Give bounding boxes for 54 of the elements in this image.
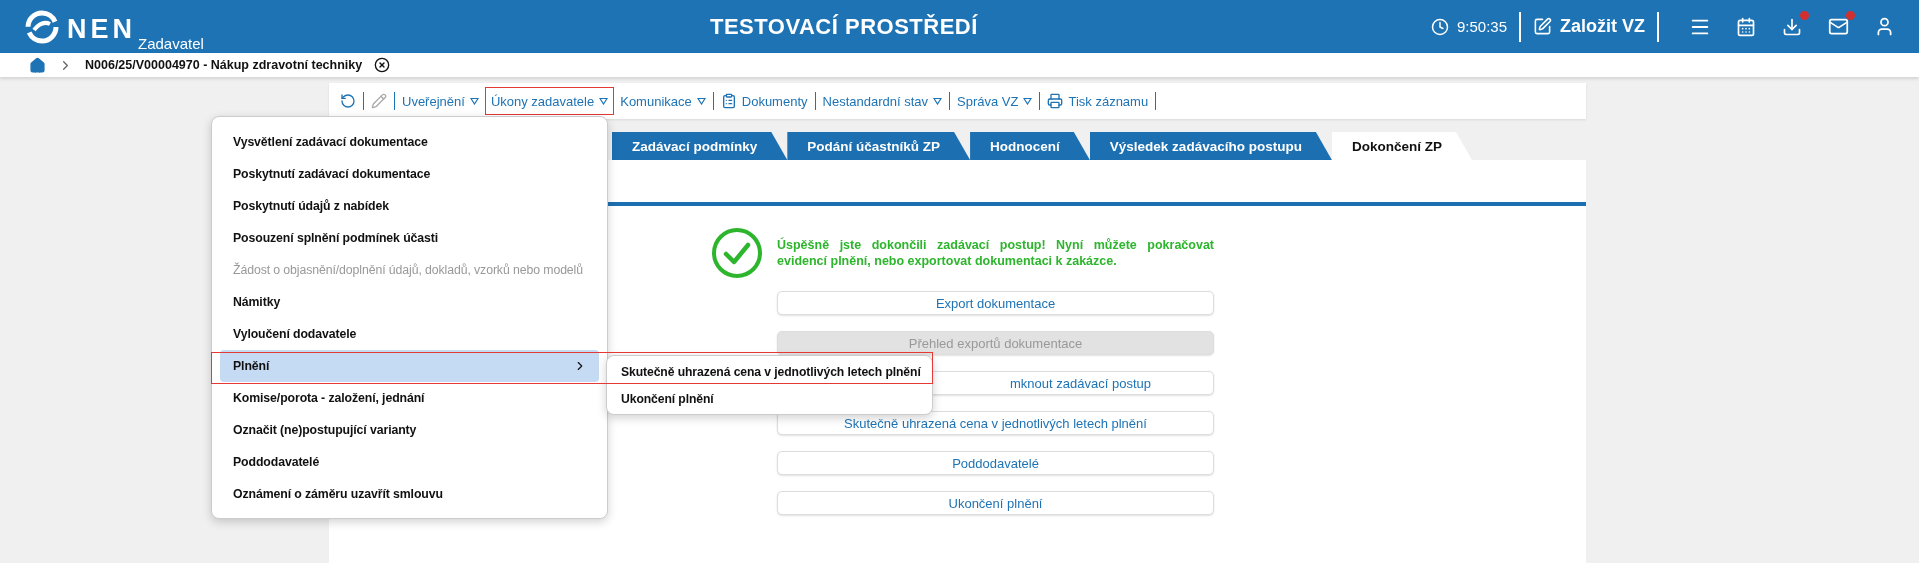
toolbar-button[interactable]: Dokumenty xyxy=(714,87,814,115)
caret-icon xyxy=(1023,97,1033,105)
edit-icon xyxy=(1533,17,1552,36)
notification-dot xyxy=(1800,10,1809,20)
clipboard-icon xyxy=(720,93,737,109)
create-button[interactable]: Založit VZ xyxy=(1533,16,1645,37)
menu-item[interactable]: Vyloučení dodavatele xyxy=(220,318,599,350)
menu-item[interactable]: Plnění xyxy=(220,350,599,382)
download-icon xyxy=(1782,16,1802,37)
menu-item[interactable]: Označit (ne)postupující varianty xyxy=(220,414,599,446)
menu-item[interactable]: Vysvětlení zadávací dokumentace xyxy=(220,126,599,158)
menu-button[interactable]: Úkony zadavatele xyxy=(484,87,615,115)
menu-item[interactable]: Posouzení splnění podmínek účasti xyxy=(220,222,599,254)
toolbar-button[interactable]: Tisk záznamu xyxy=(1041,87,1155,115)
caret-icon xyxy=(933,97,943,105)
logo-text: NEN xyxy=(67,13,136,44)
menu-item[interactable]: Poskytnutí zadávací dokumentace xyxy=(220,158,599,190)
mail-icon xyxy=(1827,16,1849,37)
menu-item[interactable]: Poskytnutí údajů z nabídek xyxy=(220,190,599,222)
logo-icon xyxy=(25,9,59,44)
action-button[interactable]: Poddodavatelé xyxy=(777,451,1214,475)
session-time: 9:50:35 xyxy=(1456,18,1507,35)
pencil-icon xyxy=(371,93,387,109)
tab[interactable]: Výsledek zadávacího postupu xyxy=(1089,132,1332,160)
environment-title: TESTOVACÍ PROSTŘEDÍ xyxy=(710,13,978,40)
caret-icon xyxy=(696,97,706,105)
menu-button[interactable]: Nestandardní stav xyxy=(816,87,949,115)
menu-button[interactable]: Uveřejnění xyxy=(396,87,485,115)
success-message: Úspěšně jste dokončili zadávací postup! Nyní můžete pokračovat evidencí plnění, nebo exportovat dokumentaci k zakázce. xyxy=(777,237,1214,269)
refresh-icon xyxy=(340,93,356,109)
check-circle-icon xyxy=(711,227,763,279)
menu-item[interactable]: Poddodavatelé xyxy=(220,446,599,478)
home-icon[interactable] xyxy=(29,56,46,74)
printer-icon xyxy=(1047,93,1064,109)
menu-item[interactable]: Oznámení o záměru uzavřít smlouvu xyxy=(220,478,599,510)
caret-icon xyxy=(599,97,609,105)
tab[interactable]: Dokončení ZP xyxy=(1331,132,1472,160)
action-button[interactable]: Export dokumentace xyxy=(777,291,1214,315)
clock-icon xyxy=(1430,17,1449,36)
action-button[interactable]: Skutečně uhrazená cena v jednotlivých letech plnění xyxy=(777,411,1214,435)
role-label: Zadavatel xyxy=(138,34,204,52)
breadcrumb-title: N006/25/V00004970 - Nákup zdravotní techniky xyxy=(85,58,363,72)
menu-item[interactable]: Námitky xyxy=(220,286,599,318)
menu-button[interactable]: Správa VZ xyxy=(951,87,1039,115)
close-icon[interactable] xyxy=(374,57,391,73)
tab[interactable]: Podání účastníků ZP xyxy=(787,132,971,160)
notification-dot xyxy=(1846,10,1855,20)
menu-item[interactable]: Komise/porota - založení, jednání xyxy=(220,382,599,414)
menu-button[interactable]: Komunikace xyxy=(614,87,712,115)
action-button[interactable]: Ukončení plnění xyxy=(777,491,1214,515)
calendar-icon xyxy=(1736,16,1756,37)
tab[interactable]: Hodnocení xyxy=(970,132,1090,160)
caret-icon xyxy=(469,97,479,105)
tab[interactable]: Zadávací podmínky xyxy=(612,132,788,160)
